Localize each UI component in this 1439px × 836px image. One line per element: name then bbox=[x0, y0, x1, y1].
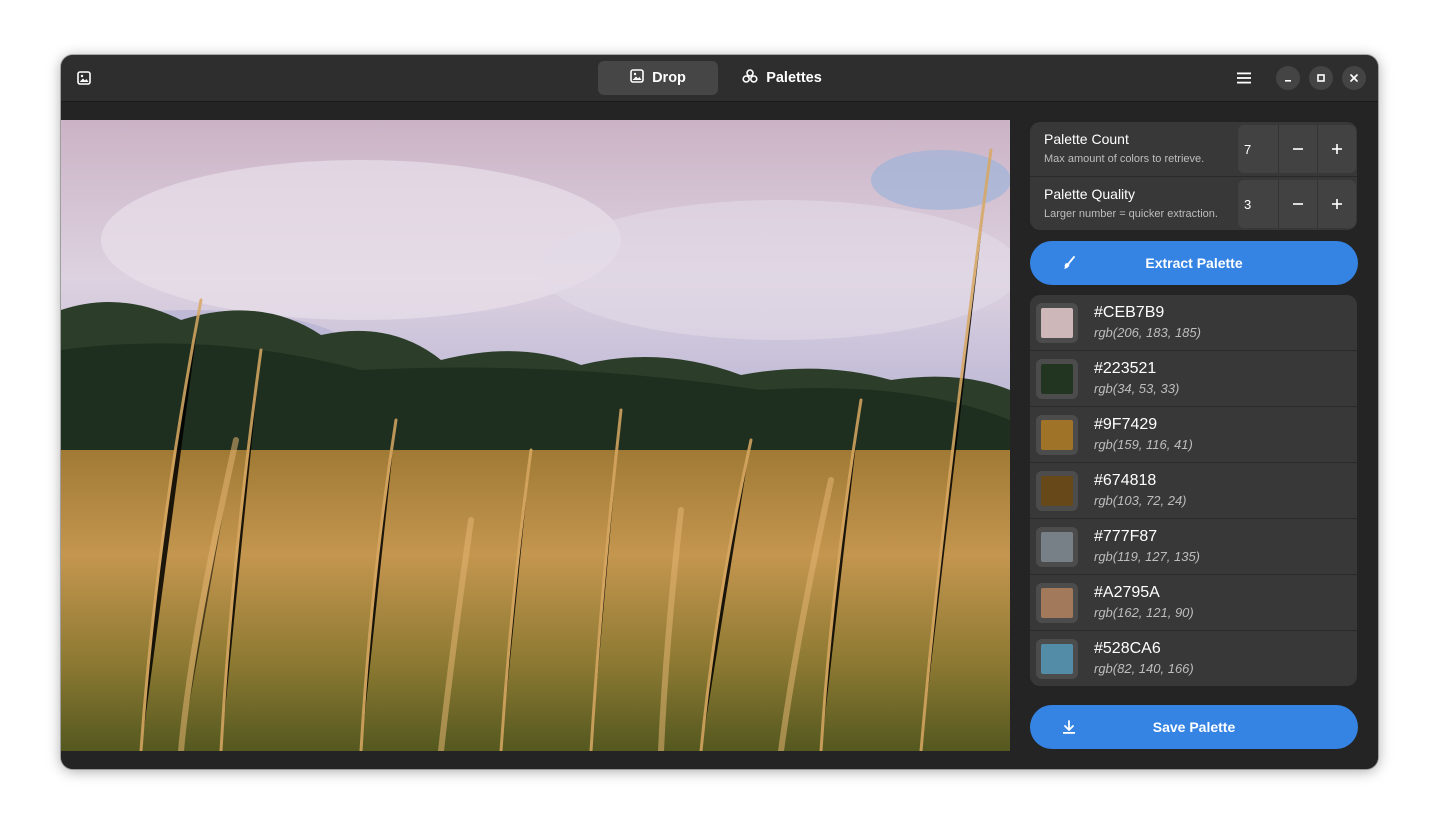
color-rgb: rgb(206, 183, 185) bbox=[1094, 325, 1201, 340]
save-palette-button[interactable]: Save Palette bbox=[1030, 705, 1358, 749]
palette-list: #CEB7B9 rgb(206, 183, 185) #223521 rgb(34, … bbox=[1030, 295, 1357, 686]
header-bar: Drop Palettes bbox=[61, 55, 1378, 102]
color-rgb: rgb(103, 72, 24) bbox=[1094, 493, 1187, 508]
palette-count-input[interactable]: 7 bbox=[1238, 125, 1278, 173]
palette-icon bbox=[742, 69, 758, 87]
save-palette-label: Save Palette bbox=[1152, 719, 1236, 735]
plus-icon bbox=[1332, 199, 1342, 209]
color-swatch bbox=[1041, 588, 1073, 618]
sidebar: Palette Count Max amount of colors to re… bbox=[1010, 102, 1378, 769]
palette-color-row[interactable]: #528CA6 rgb(82, 140, 166) bbox=[1030, 631, 1357, 686]
color-rgb: rgb(82, 140, 166) bbox=[1094, 661, 1194, 676]
view-switcher: Drop Palettes bbox=[598, 61, 842, 95]
settings-card: Palette Count Max amount of colors to re… bbox=[1030, 122, 1357, 230]
color-swatch bbox=[1041, 644, 1073, 674]
color-hex: #CEB7B9 bbox=[1094, 304, 1165, 321]
plus-icon bbox=[1332, 144, 1342, 154]
color-swatch bbox=[1041, 476, 1073, 506]
image-icon bbox=[630, 69, 644, 87]
color-swatch-button[interactable] bbox=[1036, 359, 1078, 399]
maximize-icon bbox=[1317, 74, 1325, 82]
color-rgb: rgb(162, 121, 90) bbox=[1094, 605, 1194, 620]
tab-drop-label: Drop bbox=[652, 70, 686, 86]
close-button[interactable] bbox=[1342, 66, 1366, 90]
color-hex: #528CA6 bbox=[1094, 640, 1161, 657]
download-icon bbox=[1060, 718, 1078, 736]
color-hex: #674818 bbox=[1094, 472, 1157, 489]
color-swatch-button[interactable] bbox=[1036, 415, 1078, 455]
color-hex: #223521 bbox=[1094, 360, 1157, 377]
main-menu-button[interactable] bbox=[1227, 64, 1261, 92]
hamburger-icon bbox=[1237, 72, 1251, 84]
color-swatch-button[interactable] bbox=[1036, 639, 1078, 679]
palette-count-title: Palette Count bbox=[1044, 131, 1129, 147]
palette-count-stepper: 7 bbox=[1238, 125, 1356, 173]
color-rgb: rgb(34, 53, 33) bbox=[1094, 381, 1180, 396]
palette-count-increment-button[interactable] bbox=[1317, 125, 1356, 173]
palette-quality-increment-button[interactable] bbox=[1317, 180, 1356, 228]
color-swatch-button[interactable] bbox=[1036, 303, 1078, 343]
color-hex: #777F87 bbox=[1094, 528, 1158, 545]
palette-count-subtitle: Max amount of colors to retrieve. bbox=[1044, 153, 1205, 165]
color-swatch-button[interactable] bbox=[1036, 583, 1078, 623]
tab-palettes-label: Palettes bbox=[766, 70, 822, 86]
palette-quality-stepper: 3 bbox=[1238, 180, 1356, 228]
color-rgb: rgb(159, 116, 41) bbox=[1094, 437, 1193, 452]
color-rgb: rgb(119, 127, 135) bbox=[1094, 549, 1200, 564]
palette-color-row[interactable]: #9F7429 rgb(159, 116, 41) bbox=[1030, 407, 1357, 463]
minimize-button[interactable] bbox=[1276, 66, 1300, 90]
color-swatch bbox=[1041, 308, 1073, 338]
brush-icon bbox=[1060, 254, 1078, 272]
palette-quality-subtitle: Larger number = quicker extraction. bbox=[1044, 208, 1218, 220]
color-swatch-button[interactable] bbox=[1036, 527, 1078, 567]
color-swatch bbox=[1041, 420, 1073, 450]
window-controls bbox=[1227, 64, 1366, 92]
close-icon bbox=[1350, 74, 1358, 82]
dropped-image bbox=[61, 120, 1010, 751]
color-swatch bbox=[1041, 364, 1073, 394]
app-window: Drop Palettes Palette Count Max amount o… bbox=[61, 55, 1378, 769]
palette-color-row[interactable]: #674818 rgb(103, 72, 24) bbox=[1030, 463, 1357, 519]
color-swatch-button[interactable] bbox=[1036, 471, 1078, 511]
palette-quality-decrement-button[interactable] bbox=[1278, 180, 1317, 228]
extract-palette-label: Extract Palette bbox=[1145, 255, 1243, 271]
palette-quality-title: Palette Quality bbox=[1044, 186, 1136, 202]
palette-color-row[interactable]: #CEB7B9 rgb(206, 183, 185) bbox=[1030, 295, 1357, 351]
minus-icon bbox=[1293, 203, 1303, 205]
drop-area[interactable] bbox=[61, 102, 1010, 769]
image-icon[interactable] bbox=[75, 69, 93, 87]
palette-count-row: Palette Count Max amount of colors to re… bbox=[1030, 122, 1357, 177]
palette-color-row[interactable]: #777F87 rgb(119, 127, 135) bbox=[1030, 519, 1357, 575]
palette-color-row[interactable]: #A2795A rgb(162, 121, 90) bbox=[1030, 575, 1357, 631]
color-swatch bbox=[1041, 532, 1073, 562]
palette-quality-row: Palette Quality Larger number = quicker … bbox=[1030, 177, 1357, 230]
maximize-button[interactable] bbox=[1309, 66, 1333, 90]
color-hex: #A2795A bbox=[1094, 584, 1160, 601]
extract-palette-button[interactable]: Extract Palette bbox=[1030, 241, 1358, 285]
palette-count-decrement-button[interactable] bbox=[1278, 125, 1317, 173]
tab-drop[interactable]: Drop bbox=[598, 61, 718, 95]
palette-color-row[interactable]: #223521 rgb(34, 53, 33) bbox=[1030, 351, 1357, 407]
minus-icon bbox=[1293, 148, 1303, 150]
minimize-icon bbox=[1285, 80, 1291, 82]
palette-quality-input[interactable]: 3 bbox=[1238, 180, 1278, 228]
color-hex: #9F7429 bbox=[1094, 416, 1158, 433]
tab-palettes[interactable]: Palettes bbox=[722, 61, 842, 95]
